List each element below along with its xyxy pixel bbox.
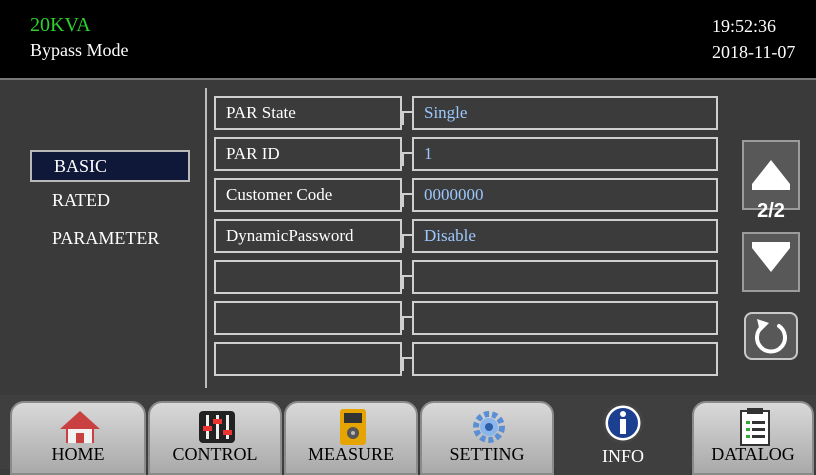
- sidebar-item-parameter[interactable]: PARAMETER: [52, 228, 159, 249]
- page-down-button[interactable]: [742, 232, 800, 292]
- model-rating: 20KVA: [30, 14, 91, 36]
- clock-time: 19:52:36: [712, 16, 777, 36]
- sidebar-divider: [205, 88, 207, 388]
- row-label-empty: [214, 342, 402, 376]
- nav-label-measure: MEASURE: [307, 444, 394, 464]
- row-value-empty: [412, 342, 718, 376]
- info-icon: [602, 402, 644, 444]
- row-value-empty: [412, 301, 718, 335]
- sliders-icon: [199, 411, 235, 443]
- row-label-dynamic-password: DynamicPassword: [214, 219, 402, 253]
- gear-icon: [473, 411, 505, 443]
- house-icon: [60, 411, 100, 443]
- row-value-par-state: Single: [412, 96, 718, 130]
- clock-date: 2018-11-07: [712, 42, 796, 62]
- page-indicator: 2/2: [757, 200, 785, 222]
- nav-tab-measure[interactable]: MEASURE: [284, 401, 418, 475]
- meter-icon: [340, 409, 366, 445]
- row-label-par-state: PAR State: [214, 96, 402, 130]
- row-label-empty: [214, 301, 402, 335]
- info-panel: BASIC RATED PARAMETER PAR State Single P…: [0, 80, 816, 395]
- nav-tab-setting[interactable]: SETTING: [420, 401, 554, 475]
- nav-tab-datalog[interactable]: DATALOG: [692, 401, 814, 475]
- status-header: 20KVA Bypass Mode 19:52:36 2018-11-07: [0, 0, 816, 78]
- row-label-par-id: PAR ID: [214, 137, 402, 171]
- row-value-dynamic-password: Disable: [412, 219, 718, 253]
- nav-tab-info[interactable]: INFO: [556, 401, 690, 475]
- nav-tab-control[interactable]: CONTROL: [148, 401, 282, 475]
- nav-tab-home[interactable]: HOME: [10, 401, 146, 475]
- nav-label-info: INFO: [601, 446, 644, 466]
- nav-label-control: CONTROL: [172, 444, 258, 464]
- refresh-icon: [755, 319, 787, 354]
- row-value-par-id: 1: [412, 137, 718, 171]
- row-label-empty: [214, 260, 402, 294]
- down-arrow-icon: [752, 242, 790, 272]
- clipboard-icon: [740, 408, 770, 446]
- up-arrow-icon: [752, 160, 790, 190]
- refresh-button[interactable]: [744, 312, 798, 360]
- bottom-nav: HOME CONTROL MEASURE SETTING INFO DATALO…: [0, 395, 816, 475]
- nav-label-home: HOME: [51, 444, 105, 464]
- nav-label-datalog: DATALOG: [711, 444, 795, 464]
- row-value-empty: [412, 260, 718, 294]
- operating-mode: Bypass Mode: [30, 40, 129, 60]
- row-value-customer-code: 0000000: [412, 178, 718, 212]
- nav-label-setting: SETTING: [449, 444, 525, 464]
- row-label-customer-code: Customer Code: [214, 178, 402, 212]
- sidebar-item-rated[interactable]: RATED: [52, 190, 110, 211]
- sidebar-item-basic[interactable]: BASIC: [30, 150, 190, 182]
